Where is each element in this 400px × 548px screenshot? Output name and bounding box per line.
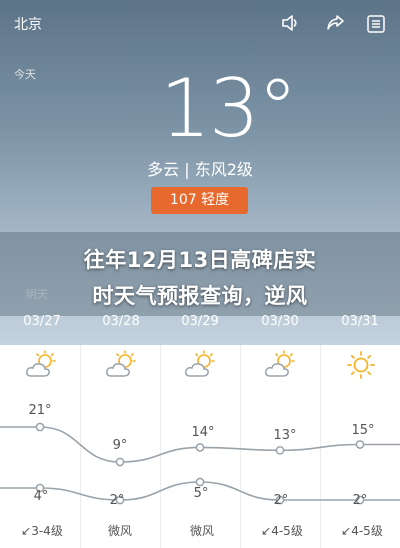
high-temp-label: 13° <box>273 428 297 443</box>
wind-label: ↙4-5级 <box>261 524 303 538</box>
wind-label: ↙4-5级 <box>341 524 383 538</box>
low-temp-label: 2° <box>273 493 289 508</box>
low-temp-label: 2° <box>352 493 368 508</box>
high-temp-label: 15° <box>351 423 375 438</box>
temp-point <box>195 443 205 452</box>
high-temp-label: 9° <box>112 438 128 453</box>
wind-direction-icon: ↙ <box>21 524 32 538</box>
wind-label: ↙3-4级 <box>21 524 63 538</box>
temp-point <box>355 440 365 449</box>
temperature-chart <box>0 422 400 505</box>
low-temp-label: 4° <box>33 489 49 504</box>
temp-point <box>195 477 205 487</box>
low-temp-label: 2° <box>109 493 125 508</box>
wind-label: 微风 <box>107 524 132 538</box>
wind-direction-icon: ↙ <box>341 524 352 538</box>
temp-point <box>115 457 125 467</box>
temp-point <box>275 445 285 455</box>
wind-label: 微风 <box>189 524 214 538</box>
high-temp-label: 21° <box>28 403 52 418</box>
high-temp-label: 14° <box>191 425 215 440</box>
temp-point <box>35 422 45 432</box>
wind-direction-icon: ↙ <box>261 524 272 538</box>
low-temp-label: 5° <box>193 486 209 501</box>
